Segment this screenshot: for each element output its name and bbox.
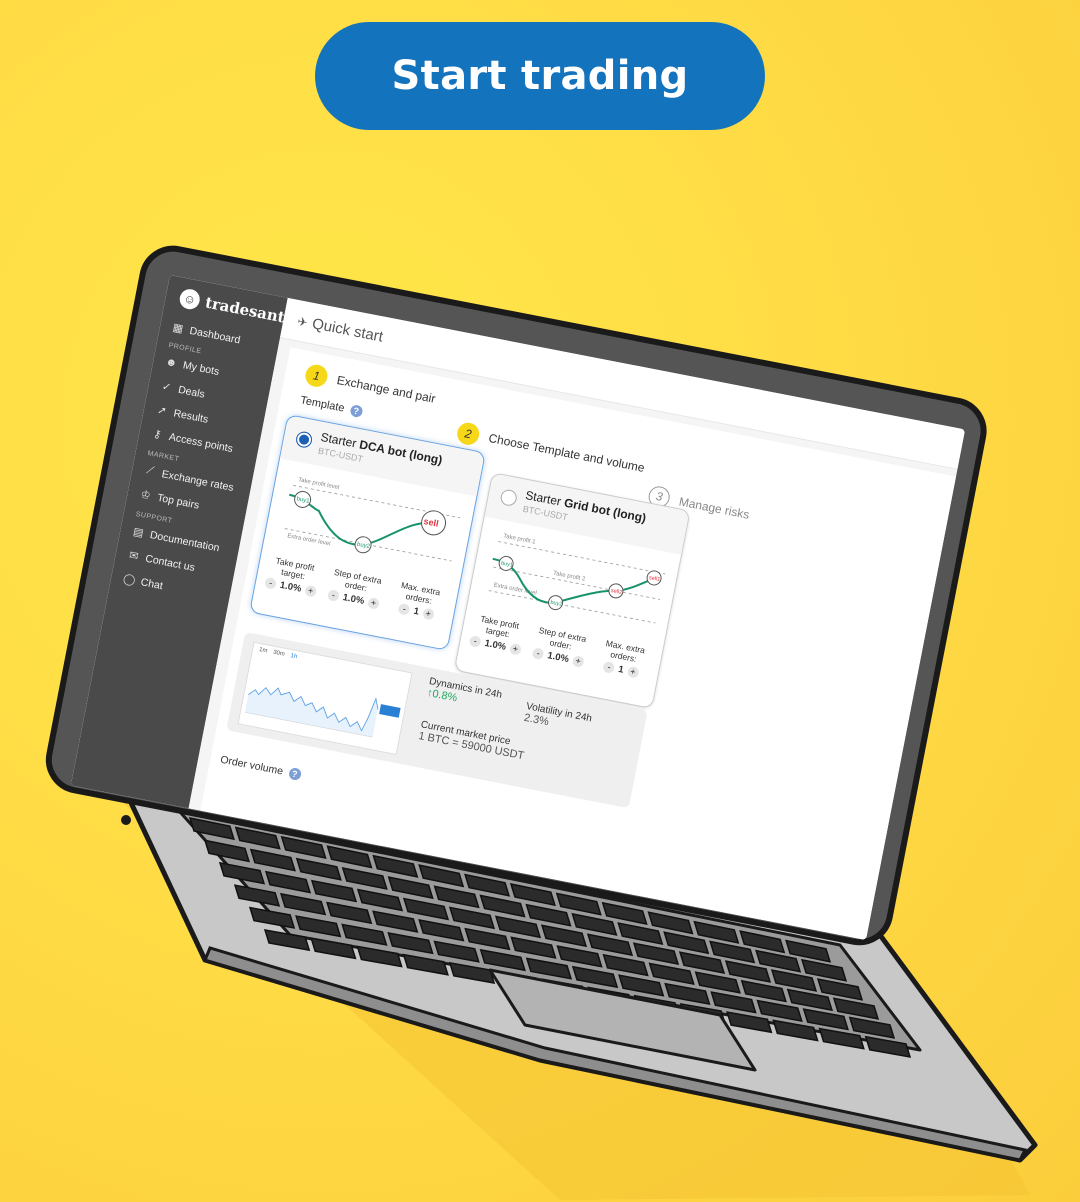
template-card-grid[interactable]: Starter Grid bot (long) BTC-USDT Take pr… xyxy=(453,472,691,709)
santa-logo-icon: ☺ xyxy=(178,287,202,311)
market-price-stat: Current market price 1 BTC = 59000 USDT xyxy=(417,719,527,762)
plus-button[interactable]: + xyxy=(571,655,585,668)
nav-documentation[interactable]: ▤ Documentation xyxy=(131,525,221,555)
tf-30m[interactable]: 30m xyxy=(273,650,286,658)
key-icon: ⚷ xyxy=(152,427,163,442)
dashboard-icon: ▦ xyxy=(171,321,185,336)
step-number: 1 xyxy=(303,362,330,389)
template-label-text: Template xyxy=(299,394,346,415)
bot-icon: ☻ xyxy=(164,355,179,370)
nav-exchange-rates[interactable]: ⟋ Exchange rates xyxy=(143,464,235,494)
minus-button[interactable]: - xyxy=(468,635,482,648)
step-label: Choose Template and volume xyxy=(487,430,646,475)
template-card-dca[interactable]: Starter DCA bot (long) BTC-USDT Take pro… xyxy=(249,414,486,651)
nav-label: Results xyxy=(172,406,210,426)
rocket-icon: ✈ xyxy=(296,313,309,330)
chat-bubble-icon: ◯ xyxy=(122,572,137,587)
help-icon[interactable]: ? xyxy=(287,766,302,781)
param-value: 1.0% xyxy=(341,592,366,607)
dynamics-stat: Dynamics in 24h ↑0.8% xyxy=(426,676,503,713)
nav-my-bots[interactable]: ☻ My bots xyxy=(164,356,220,378)
volatility-stat: Volatility in 24h 2.3% xyxy=(523,701,593,736)
label-take-profit-1: Take profit 1 xyxy=(503,533,537,545)
help-icon[interactable]: ? xyxy=(349,403,364,419)
param-value: 1 xyxy=(617,663,625,676)
section-profile: PROFILE xyxy=(167,342,203,356)
trophy-icon: ♔ xyxy=(139,488,152,503)
minus-button[interactable]: - xyxy=(531,647,545,661)
nav-label: Chat xyxy=(139,575,164,592)
step-2[interactable]: 2 Choose Template and volume xyxy=(455,420,646,479)
plus-button[interactable]: + xyxy=(626,665,640,679)
param-value: 1.0% xyxy=(546,650,570,666)
plus-button[interactable]: + xyxy=(366,596,380,610)
tf-1h[interactable]: 1h xyxy=(290,653,298,660)
nav-label: Top pairs xyxy=(156,491,201,512)
step-label: Exchange and pair xyxy=(335,372,437,406)
plus-button[interactable]: + xyxy=(508,642,522,656)
tf-1m[interactable]: 1m xyxy=(259,647,268,654)
price-line-chart xyxy=(244,687,401,738)
page-title: ✈ Quick start xyxy=(296,312,385,346)
page-title-text: Quick start xyxy=(310,315,385,346)
section-market: MARKET xyxy=(146,450,180,464)
nav-deals[interactable]: ✓ Deals xyxy=(159,379,206,401)
param-value: 1.0% xyxy=(483,637,507,653)
plus-button[interactable]: + xyxy=(304,584,318,598)
nav-chat[interactable]: ◯ Chat xyxy=(122,572,164,592)
plus-button[interactable]: + xyxy=(421,607,435,621)
label-extra-order: Extra order level xyxy=(287,533,331,547)
nav-results[interactable]: ➚ Results xyxy=(155,403,210,426)
chart-icon: ⟋ xyxy=(145,464,156,478)
nav-label: Access points xyxy=(168,430,234,455)
minus-button[interactable]: - xyxy=(327,589,340,603)
nav-label: Documentation xyxy=(148,528,221,554)
order-volume-label: Order volume ? xyxy=(219,753,302,781)
step-number: 2 xyxy=(455,420,482,447)
minus-button[interactable]: - xyxy=(264,576,278,590)
nav-access-points[interactable]: ⚷ Access points xyxy=(150,426,234,455)
label-take-profit-2: Take profit 2 xyxy=(552,571,586,583)
minus-button[interactable]: - xyxy=(397,602,411,616)
nav-label: Deals xyxy=(177,383,206,401)
rocket-icon: ➚ xyxy=(156,404,168,418)
nav-label: Contact us xyxy=(144,552,196,574)
nav-label: Exchange rates xyxy=(160,467,235,494)
document-icon: ▤ xyxy=(131,525,145,540)
template-label: Template ? xyxy=(299,394,364,419)
order-volume-text: Order volume xyxy=(219,753,285,778)
price-mini-chart[interactable]: 1m 30m 1h xyxy=(237,641,413,756)
nav-label: My bots xyxy=(181,359,221,379)
nav-label: Dashboard xyxy=(188,324,242,346)
minus-button[interactable]: - xyxy=(602,661,616,674)
nav-top-pairs[interactable]: ♔ Top pairs xyxy=(138,487,201,512)
section-support: SUPPORT xyxy=(135,510,173,525)
nav-contact-us[interactable]: ✉ Contact us xyxy=(127,548,196,574)
param-value: 1 xyxy=(412,605,420,618)
label-take-profit: Take profit level xyxy=(298,477,340,491)
nav-dashboard[interactable]: ▦ Dashboard xyxy=(171,320,242,346)
envelope-icon: ✉ xyxy=(128,549,140,564)
param-value: 1.0% xyxy=(278,579,303,595)
check-icon: ✓ xyxy=(160,380,173,395)
